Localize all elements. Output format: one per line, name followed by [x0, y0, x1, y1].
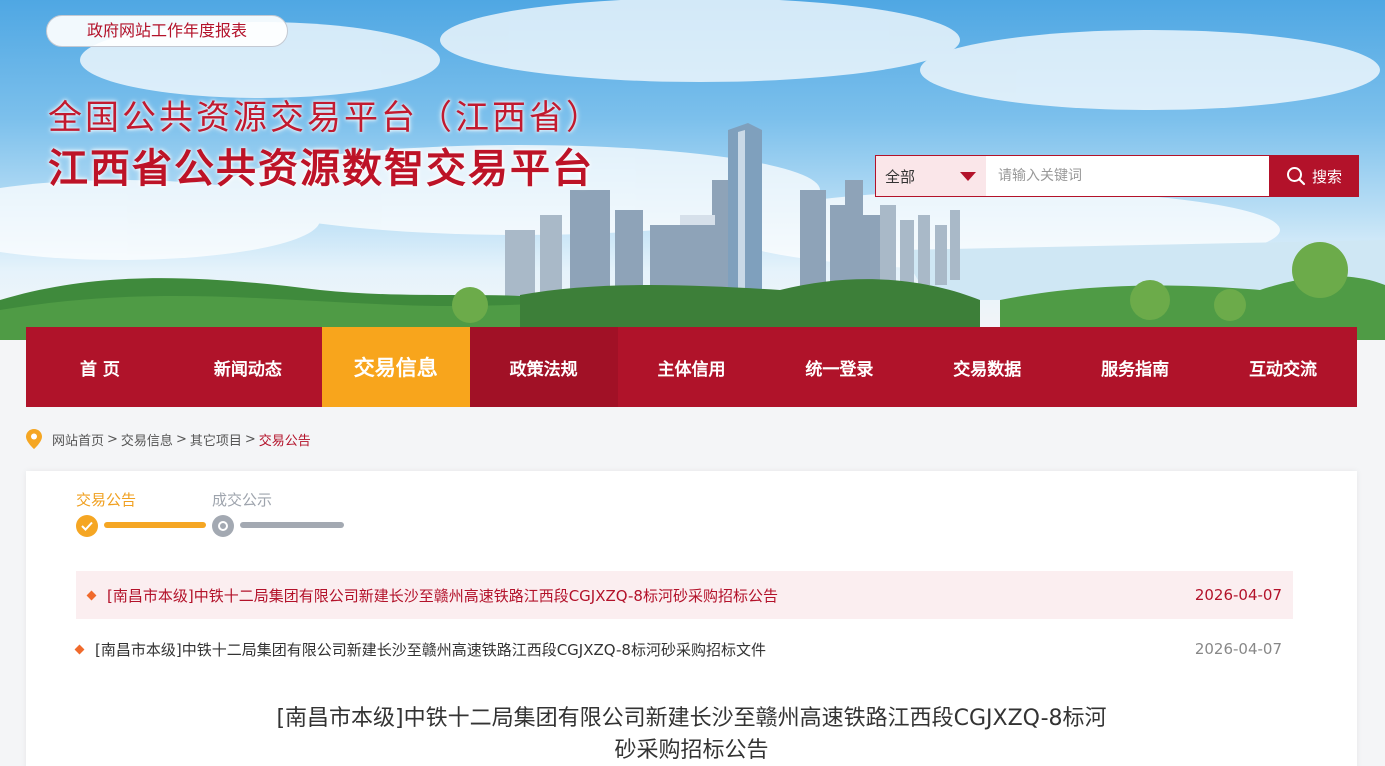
breadcrumb-separator: >	[244, 431, 256, 447]
list-item-title: [南昌市本级]中铁十二局集团有限公司新建长沙至赣州高速铁路江西段CGJXZQ-8…	[107, 586, 778, 605]
annual-report-link[interactable]: 政府网站工作年度报表	[46, 15, 288, 47]
list-item-date: 2026-04-07	[1194, 640, 1282, 658]
breadcrumb-current: 交易公告	[258, 433, 311, 449]
nav-item-login[interactable]: 统一登录	[765, 327, 913, 407]
search-button-label: 搜索	[1311, 167, 1342, 186]
nav-item-trade-data[interactable]: 交易数据	[913, 327, 1061, 407]
nav-item-guide[interactable]: 服务指南	[1061, 327, 1209, 407]
nav-item-trade-info[interactable]: 交易信息	[321, 327, 470, 407]
nav-item-credit[interactable]: 主体信用	[618, 327, 766, 407]
chevron-down-icon	[960, 171, 976, 181]
step-progress-bar-pending	[240, 522, 344, 528]
breadcrumb-separator: >	[175, 431, 187, 447]
list-item-date: 2026-04-07	[1194, 586, 1282, 604]
search-category-select[interactable]: 全部	[876, 156, 986, 196]
main-nav: 首 页 新闻动态 交易信息 政策法规 主体信用 统一登录 交易数据 服务指南 互…	[26, 327, 1357, 407]
search-icon	[1286, 167, 1306, 186]
search-button[interactable]: 搜索	[1269, 155, 1359, 197]
bullet-diamond-icon	[74, 644, 85, 654]
article-title: [南昌市本级]中铁十二局集团有限公司新建长沙至赣州高速铁路江西段CGJXZQ-8…	[26, 703, 1357, 766]
breadcrumb: 网站首页 > 交易信息 > 其它项目 > 交易公告	[26, 428, 311, 450]
check-icon	[76, 515, 98, 537]
list-item[interactable]: [南昌市本级]中铁十二局集团有限公司新建长沙至赣州高速铁路江西段CGJXZQ-8…	[76, 571, 1293, 619]
step-trade-notice[interactable]: 交易公告	[76, 489, 136, 510]
platform-title-provincial: 江西省公共资源数智交易平台	[48, 145, 594, 192]
bullet-diamond-icon	[86, 590, 97, 600]
list-item-title: [南昌市本级]中铁十二局集团有限公司新建长沙至赣州高速铁路江西段CGJXZQ-8…	[95, 640, 766, 659]
content-card: 交易公告 成交公示 [南昌市本级]中铁十二局集团有限公司新建长沙至赣州高速铁路江…	[26, 471, 1357, 766]
nav-item-policy[interactable]: 政策法规	[469, 327, 618, 407]
search-input[interactable]	[986, 156, 1269, 196]
breadcrumb-trade-info[interactable]: 交易信息	[121, 430, 173, 449]
step-progress-bar-completed	[104, 522, 206, 528]
platform-title-national: 全国公共资源交易平台（江西省）	[48, 98, 603, 138]
nav-item-home[interactable]: 首 页	[26, 327, 174, 407]
article-title-line2: 砂采购招标公告	[614, 738, 769, 763]
location-pin-icon	[26, 429, 42, 449]
breadcrumb-home[interactable]: 网站首页	[52, 430, 104, 449]
list-item[interactable]: [南昌市本级]中铁十二局集团有限公司新建长沙至赣州高速铁路江西段CGJXZQ-8…	[74, 625, 1293, 673]
nav-item-interaction[interactable]: 互动交流	[1209, 327, 1357, 407]
nav-item-news[interactable]: 新闻动态	[174, 327, 322, 407]
search-category-value: 全部	[885, 167, 916, 186]
step-deal-publicity[interactable]: 成交公示	[212, 489, 272, 510]
process-steps: 交易公告 成交公示	[76, 489, 396, 559]
header-banner: 政府网站工作年度报表 全国公共资源交易平台（江西省） 江西省公共资源数智交易平台…	[0, 0, 1385, 340]
breadcrumb-other-projects[interactable]: 其它项目	[190, 430, 242, 449]
notice-list: [南昌市本级]中铁十二局集团有限公司新建长沙至赣州高速铁路江西段CGJXZQ-8…	[74, 571, 1293, 673]
article-title-line1: [南昌市本级]中铁十二局集团有限公司新建长沙至赣州高速铁路江西段CGJXZQ-8…	[276, 706, 1107, 731]
search-bar: 全部 搜索	[875, 155, 1359, 197]
radio-dot-icon	[212, 515, 234, 537]
breadcrumb-separator: >	[107, 431, 118, 447]
